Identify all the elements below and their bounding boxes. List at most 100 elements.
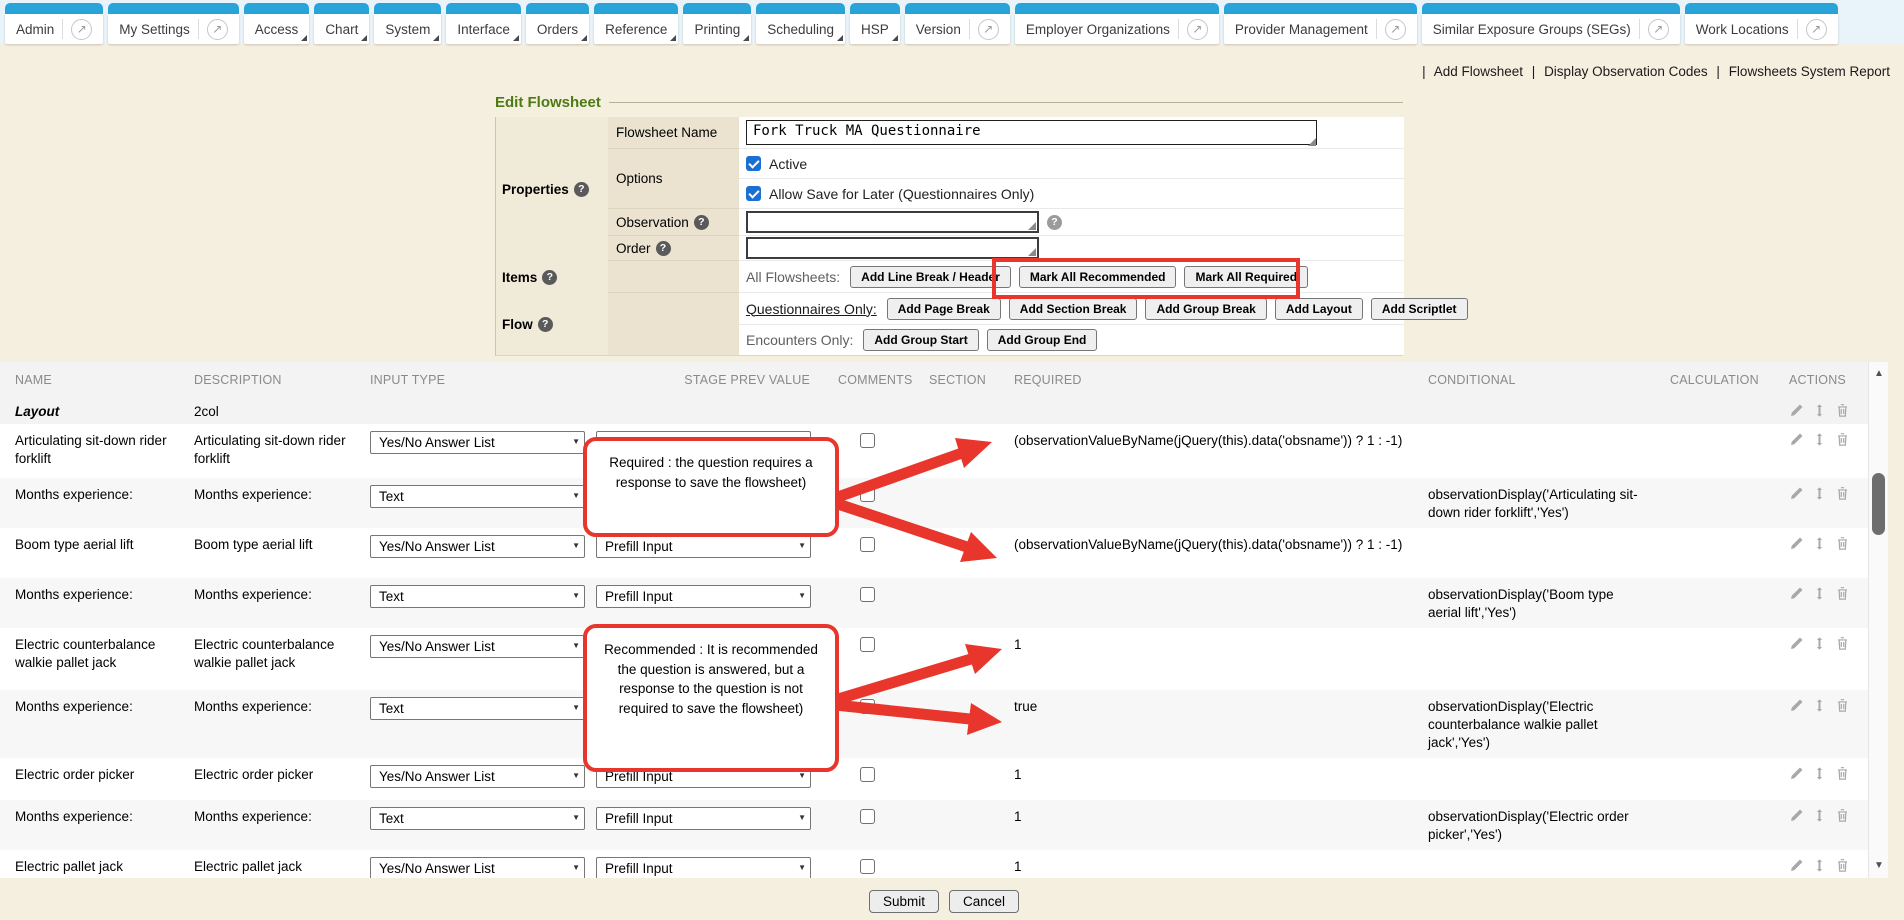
move-icon[interactable]: [1813, 808, 1826, 823]
scroll-up-icon[interactable]: [1869, 364, 1888, 382]
edit-icon[interactable]: [1789, 858, 1804, 873]
delete-icon[interactable]: [1835, 536, 1850, 551]
comments-checkbox[interactable]: [860, 587, 875, 602]
add-scriptlet-button[interactable]: Add Scriptlet: [1371, 298, 1468, 320]
resize-grip-icon[interactable]: [1308, 138, 1316, 146]
stage-prev-value-select[interactable]: Prefill Input▼: [596, 857, 811, 878]
delete-icon[interactable]: [1835, 808, 1850, 823]
scroll-down-icon[interactable]: [1869, 856, 1888, 874]
input-type-select[interactable]: Text▼: [370, 485, 585, 508]
tab-my-settings[interactable]: My Settings: [108, 3, 239, 44]
tab-orders[interactable]: Orders: [526, 3, 589, 44]
tab-version[interactable]: Version: [905, 3, 1010, 44]
order-input[interactable]: [746, 237, 1039, 259]
move-icon[interactable]: [1813, 636, 1826, 651]
tab-reference[interactable]: Reference: [594, 3, 678, 44]
move-icon[interactable]: [1813, 586, 1826, 601]
comments-checkbox[interactable]: [860, 637, 875, 652]
table-scrollbar[interactable]: [1868, 362, 1888, 878]
flowsheet-name-input[interactable]: Fork Truck MA Questionnaire: [746, 120, 1317, 145]
move-icon[interactable]: [1813, 766, 1826, 781]
move-icon[interactable]: [1813, 536, 1826, 551]
comments-checkbox[interactable]: [860, 809, 875, 824]
delete-icon[interactable]: [1835, 486, 1850, 501]
edit-icon[interactable]: [1789, 698, 1804, 713]
observation-input[interactable]: [746, 211, 1039, 233]
tab-access[interactable]: Access: [244, 3, 310, 44]
delete-icon[interactable]: [1835, 698, 1850, 713]
external-link-icon[interactable]: [71, 19, 92, 40]
input-type-select[interactable]: Yes/No Answer List▼: [370, 431, 585, 454]
tab-chart[interactable]: Chart: [314, 3, 369, 44]
mark-all-recommended-button[interactable]: Mark All Recommended: [1019, 266, 1177, 288]
add-line-break-header-button[interactable]: Add Line Break / Header: [850, 266, 1011, 288]
questionnaires-only-label[interactable]: Questionnaires Only:: [746, 301, 877, 317]
input-type-select[interactable]: Text▼: [370, 697, 585, 720]
comments-checkbox[interactable]: [860, 487, 875, 502]
add-layout-button[interactable]: Add Layout: [1275, 298, 1363, 320]
external-link-icon[interactable]: [978, 19, 999, 40]
external-link-icon[interactable]: [1806, 19, 1827, 40]
delete-icon[interactable]: [1835, 636, 1850, 651]
edit-icon[interactable]: [1789, 432, 1804, 447]
external-link-icon[interactable]: [1648, 19, 1669, 40]
add-flowsheet-link[interactable]: Add Flowsheet: [1434, 64, 1523, 79]
input-type-select[interactable]: Text▼: [370, 807, 585, 830]
move-icon[interactable]: [1813, 698, 1826, 713]
delete-icon[interactable]: [1835, 432, 1850, 447]
mark-all-required-button[interactable]: Mark All Required: [1184, 266, 1308, 288]
edit-icon[interactable]: [1789, 536, 1804, 551]
help-icon[interactable]: [542, 270, 557, 285]
edit-icon[interactable]: [1789, 636, 1804, 651]
help-icon[interactable]: [694, 215, 709, 230]
stage-prev-value-select[interactable]: Prefill Input▼: [596, 585, 811, 608]
move-icon[interactable]: [1813, 486, 1826, 501]
active-checkbox[interactable]: [746, 156, 761, 171]
edit-icon[interactable]: [1789, 486, 1804, 501]
external-link-icon[interactable]: [1385, 19, 1406, 40]
submit-button[interactable]: Submit: [869, 890, 939, 913]
external-link-icon[interactable]: [207, 19, 228, 40]
input-type-select[interactable]: Yes/No Answer List▼: [370, 535, 585, 558]
edit-icon[interactable]: [1789, 766, 1804, 781]
delete-icon[interactable]: [1835, 858, 1850, 873]
comments-checkbox[interactable]: [860, 699, 875, 714]
stage-prev-value-select[interactable]: Prefill Input▼: [596, 535, 811, 558]
comments-checkbox[interactable]: [860, 859, 875, 874]
external-link-icon[interactable]: [1187, 19, 1208, 40]
help-icon[interactable]: [574, 182, 589, 197]
add-group-end-button[interactable]: Add Group End: [987, 329, 1098, 351]
display-observation-codes-link[interactable]: Display Observation Codes: [1544, 64, 1708, 79]
tab-employer-organizations[interactable]: Employer Organizations: [1015, 3, 1219, 44]
input-type-select[interactable]: Yes/No Answer List▼: [370, 857, 585, 878]
edit-icon[interactable]: [1789, 808, 1804, 823]
delete-icon[interactable]: [1835, 766, 1850, 781]
tab-printing[interactable]: Printing: [683, 3, 751, 44]
flowsheets-system-report-link[interactable]: Flowsheets System Report: [1729, 64, 1890, 79]
move-icon[interactable]: [1813, 858, 1826, 873]
tab-admin[interactable]: Admin: [5, 3, 103, 44]
comments-checkbox[interactable]: [860, 433, 875, 448]
add-section-break-button[interactable]: Add Section Break: [1009, 298, 1138, 320]
comments-checkbox[interactable]: [860, 537, 875, 552]
stage-prev-value-select[interactable]: Prefill Input▼: [596, 807, 811, 830]
help-icon[interactable]: [656, 241, 671, 256]
delete-icon[interactable]: [1835, 586, 1850, 601]
comments-checkbox[interactable]: [860, 767, 875, 782]
tab-scheduling[interactable]: Scheduling: [756, 3, 845, 44]
move-icon[interactable]: [1813, 403, 1826, 418]
delete-icon[interactable]: [1835, 403, 1850, 418]
add-page-break-button[interactable]: Add Page Break: [887, 298, 1001, 320]
input-type-select[interactable]: Text▼: [370, 585, 585, 608]
input-type-select[interactable]: Yes/No Answer List▼: [370, 635, 585, 658]
edit-icon[interactable]: [1789, 403, 1804, 418]
cancel-button[interactable]: Cancel: [949, 890, 1019, 913]
tab-similar-exposure-groups[interactable]: Similar Exposure Groups (SEGs): [1422, 3, 1680, 44]
help-icon[interactable]: [538, 317, 553, 332]
allow-save-later-checkbox[interactable]: [746, 186, 761, 201]
tab-provider-management[interactable]: Provider Management: [1224, 3, 1417, 44]
move-icon[interactable]: [1813, 432, 1826, 447]
tab-work-locations[interactable]: Work Locations: [1685, 3, 1838, 44]
scrollbar-thumb[interactable]: [1872, 473, 1885, 535]
edit-icon[interactable]: [1789, 586, 1804, 601]
